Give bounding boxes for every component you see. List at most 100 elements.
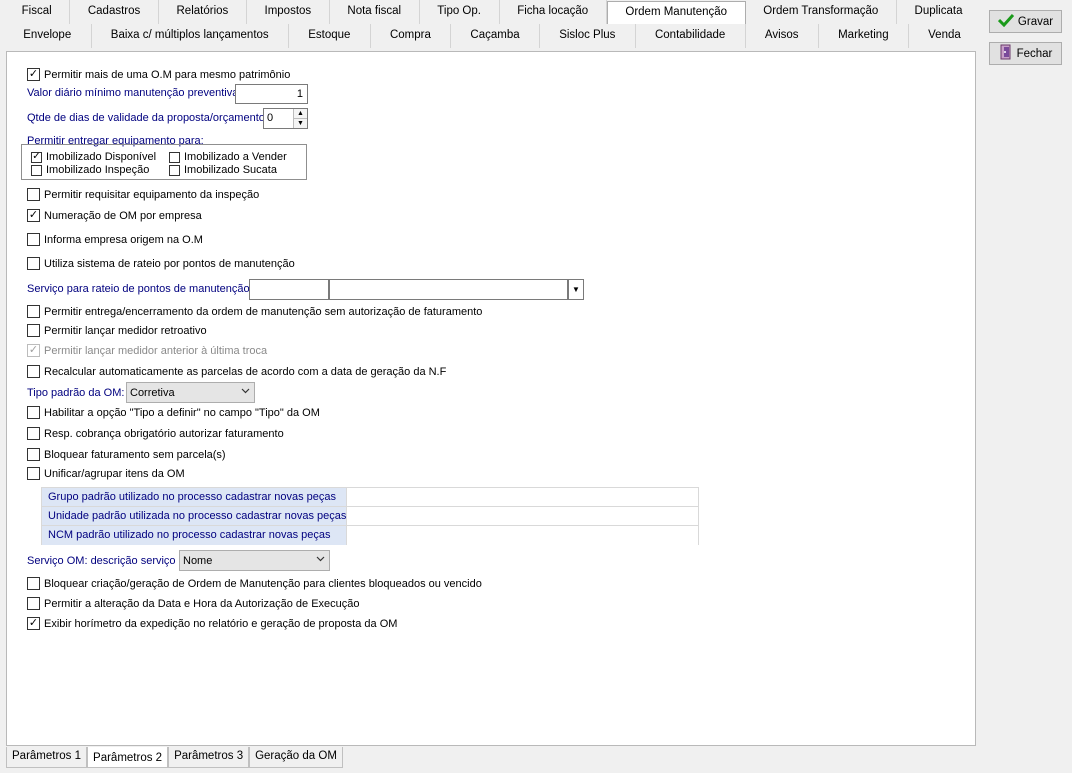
deliver-to-sell-checkbox[interactable] (169, 151, 180, 163)
grid-row-label: Grupo padrão utilizado no processo cadas… (42, 488, 347, 506)
origin-company-checkbox[interactable] (27, 233, 40, 246)
block-blocked-clients-checkbox[interactable] (27, 577, 40, 590)
deliver-inspection-label: Imobilizado Inspeção (46, 164, 150, 176)
tab-marketing[interactable]: Marketing (819, 24, 909, 48)
validity-spin-buttons[interactable]: ▲ ▼ (293, 109, 307, 128)
retro-meter-checkbox[interactable] (27, 324, 40, 337)
req-inspection-label: Permitir requisitar equipamento da inspe… (44, 188, 260, 201)
tab-cadastros[interactable]: Cadastros (70, 0, 159, 24)
block-no-installment-option[interactable]: Bloquear faturamento sem parcela(s) (27, 448, 226, 461)
tab-nota-fiscal[interactable]: Nota fiscal (330, 0, 420, 24)
tab-cacamba[interactable]: Caçamba (451, 24, 540, 48)
multi-om-checkbox[interactable]: ✓ (27, 68, 40, 81)
unify-items-label: Unificar/agrupar itens da OM (44, 467, 185, 480)
deliver-scrap-option[interactable]: Imobilizado Sucata (169, 164, 277, 176)
tab-venda[interactable]: Venda (909, 24, 980, 48)
type-to-define-checkbox[interactable] (27, 406, 40, 419)
om-type-value: Corretiva (130, 386, 175, 399)
alter-auth-date-label: Permitir a alteração da Data e Hora da A… (44, 597, 360, 610)
resp-billing-option[interactable]: Resp. cobrança obrigatório autorizar fat… (27, 427, 284, 440)
prev-meter-option: ✓ Permitir lançar medidor anterior à últ… (27, 344, 267, 357)
alter-auth-date-option[interactable]: Permitir a alteração da Data e Hora da A… (27, 597, 360, 610)
origin-company-option[interactable]: Informa empresa origem na O.M (27, 233, 203, 246)
deliver-available-option[interactable]: ✓ Imobilizado Disponível (31, 151, 156, 163)
om-type-select[interactable]: Corretiva (126, 382, 255, 403)
multi-om-option[interactable]: ✓ Permitir mais de uma O.M para mesmo pa… (27, 68, 290, 81)
unify-items-checkbox[interactable] (27, 467, 40, 480)
spin-down-icon[interactable]: ▼ (294, 119, 307, 128)
rateio-service-code-input[interactable] (249, 279, 329, 300)
multi-om-label: Permitir mais de uma O.M para mesmo patr… (44, 68, 291, 81)
delivery-no-auth-checkbox[interactable] (27, 305, 40, 318)
group-default-input[interactable] (347, 488, 698, 506)
grid-row: NCM padrão utilizado no processo cadastr… (42, 526, 698, 545)
tab-compra[interactable]: Compra (371, 24, 452, 48)
type-to-define-option[interactable]: Habilitar a opção "Tipo a definir" no ca… (27, 406, 320, 419)
save-button-label: Gravar (1017, 15, 1054, 28)
tab-parametros-1[interactable]: Parâmetros 1 (6, 747, 88, 768)
close-button-label: Fechar (1016, 47, 1053, 60)
unit-default-input[interactable] (347, 507, 698, 525)
tab-ficha-locacao[interactable]: Ficha locação (500, 0, 607, 24)
req-inspection-option[interactable]: Permitir requisitar equipamento da inspe… (27, 188, 259, 201)
grid-row-label: NCM padrão utilizado no processo cadastr… (42, 526, 347, 545)
show-hourmeter-option[interactable]: ✓ Exibir horímetro da expedição no relat… (27, 617, 397, 630)
tab-ordem-transformacao[interactable]: Ordem Transformação (746, 0, 897, 24)
deliver-scrap-label: Imobilizado Sucata (184, 164, 277, 176)
deliver-inspection-option[interactable]: Imobilizado Inspeção (31, 164, 149, 176)
deliver-to-sell-label: Imobilizado a Vender (184, 151, 287, 163)
tab-avisos[interactable]: Avisos (746, 24, 819, 48)
save-button[interactable]: Gravar (989, 10, 1062, 33)
spin-up-icon[interactable]: ▲ (294, 109, 307, 119)
tab-duplicata[interactable]: Duplicata (897, 0, 980, 24)
alter-auth-date-checkbox[interactable] (27, 597, 40, 610)
min-daily-input[interactable]: 1 (235, 84, 308, 104)
retro-meter-option[interactable]: Permitir lançar medidor retroativo (27, 324, 207, 337)
tab-tipo-op[interactable]: Tipo Op. (420, 0, 500, 24)
tab-fiscal[interactable]: Fiscal (4, 0, 71, 24)
validity-spinner[interactable]: 0 ▲ ▼ (263, 108, 308, 129)
deliver-inspection-checkbox[interactable] (31, 164, 42, 176)
checkmark-icon (997, 13, 1015, 30)
req-inspection-checkbox[interactable] (27, 188, 40, 201)
prev-meter-checkbox: ✓ (27, 344, 40, 357)
service-desc-select[interactable]: Nome (179, 550, 330, 571)
unify-items-option[interactable]: Unificar/agrupar itens da OM (27, 467, 185, 480)
tab-sisloc-plus[interactable]: Sisloc Plus (540, 24, 636, 48)
rateio-service-desc-input[interactable] (329, 279, 568, 300)
deliver-scrap-checkbox[interactable] (169, 164, 180, 176)
tab-envelope[interactable]: Envelope (4, 24, 92, 48)
resp-billing-label: Resp. cobrança obrigatório autorizar fat… (44, 427, 284, 440)
exit-door-icon (999, 44, 1013, 63)
om-per-company-option[interactable]: ✓ Numeração de OM por empresa (27, 209, 202, 222)
validity-label: Qtde de dias de validade da proposta/orç… (27, 112, 265, 124)
resp-billing-checkbox[interactable] (27, 427, 40, 440)
tab-parametros-2[interactable]: Parâmetros 2 (87, 747, 169, 768)
show-hourmeter-checkbox[interactable]: ✓ (27, 617, 40, 630)
service-desc-value: Nome (183, 554, 213, 567)
recalc-installments-checkbox[interactable] (27, 365, 40, 378)
close-button[interactable]: Fechar (989, 42, 1062, 65)
rateio-system-checkbox[interactable] (27, 257, 40, 270)
delivery-no-auth-option[interactable]: Permitir entrega/encerramento da ordem d… (27, 305, 482, 318)
chevron-down-icon[interactable]: ▼ (568, 279, 584, 300)
tab-ordem-manutencao[interactable]: Ordem Manutenção (606, 1, 746, 24)
deliver-to-sell-option[interactable]: Imobilizado a Vender (169, 151, 287, 163)
om-per-company-checkbox[interactable]: ✓ (27, 209, 40, 222)
block-no-installment-checkbox[interactable] (27, 448, 40, 461)
block-no-installment-label: Bloquear faturamento sem parcela(s) (44, 448, 226, 461)
rateio-system-option[interactable]: Utiliza sistema de rateio por pontos de … (27, 257, 295, 270)
tab-relatorios[interactable]: Relatórios (159, 0, 247, 24)
block-blocked-clients-option[interactable]: Bloquear criação/geração de Ordem de Man… (27, 577, 482, 590)
tab-impostos[interactable]: Impostos (247, 0, 330, 24)
tab-estoque[interactable]: Estoque (289, 24, 371, 48)
deliver-available-checkbox[interactable]: ✓ (31, 151, 42, 163)
grid-row-label: Unidade padrão utilizada no processo cad… (42, 507, 347, 525)
tab-baixa-multiplos[interactable]: Baixa c/ múltiplos lançamentos (92, 24, 289, 48)
ncm-default-input[interactable] (347, 526, 698, 545)
recalc-installments-option[interactable]: Recalcular automaticamente as parcelas d… (27, 365, 446, 378)
tab-geracao-om[interactable]: Geração da OM (249, 747, 343, 768)
tab-contabilidade[interactable]: Contabilidade (636, 24, 746, 48)
tab-parametros-3[interactable]: Parâmetros 3 (168, 747, 250, 768)
delivery-no-auth-label: Permitir entrega/encerramento da ordem d… (44, 305, 483, 318)
